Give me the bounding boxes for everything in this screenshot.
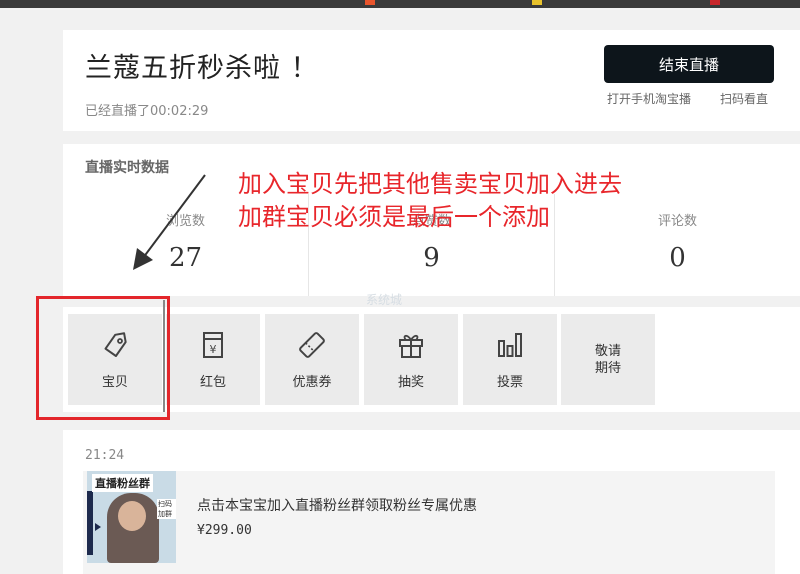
tray-icon <box>365 0 375 5</box>
tool-red-packet[interactable]: ¥ 红包 <box>166 314 260 405</box>
tool-label: 敬请期待 <box>594 343 621 376</box>
live-duration: 已经直播了00:02:29 <box>85 104 209 119</box>
svg-text:¥: ¥ <box>210 343 217 356</box>
product-thumbnail: 扫码加群 直播粉丝群 <box>87 471 176 563</box>
tools-card: 宝贝 ¥ 红包 优惠券 抽奖 投票 敬请期待 <box>63 307 800 412</box>
annotation-arrow-icon <box>133 174 206 270</box>
annotation-line: 加群宝贝必须是最后一个添加 <box>238 203 550 231</box>
live-title: 兰蔻五折秒杀啦 ！ <box>85 53 319 84</box>
thumb-badge: 直播粉丝群 <box>92 474 153 492</box>
feed-card: 21:24 扫码加群 直播粉丝群 点击本宝宝加入直播粉丝群领取粉丝专属优惠 ¥2… <box>63 430 800 574</box>
thumb-face <box>118 501 146 531</box>
thumb-tag: 扫码加群 <box>157 499 176 519</box>
annotation-highlight-box <box>36 296 170 420</box>
tool-coming-soon: 敬请期待 <box>561 314 655 405</box>
tray-icon <box>710 0 720 5</box>
scan-to-watch-link[interactable]: 扫码看直 <box>713 92 775 107</box>
watermark: 系统城 <box>366 293 403 307</box>
tray-icon <box>532 0 542 5</box>
tool-coupon[interactable]: 优惠券 <box>265 314 359 405</box>
annotation-line: 加入宝贝先把其他售卖宝贝加入进去 <box>238 170 622 198</box>
product-item[interactable]: 扫码加群 直播粉丝群 点击本宝宝加入直播粉丝群领取粉丝专属优惠 ¥299.00 <box>83 471 775 574</box>
coupon-icon <box>299 332 325 358</box>
play-icon <box>95 523 101 531</box>
bar-chart-icon <box>498 333 522 357</box>
tool-label: 投票 <box>496 375 523 390</box>
live-header-card: 兰蔻五折秒杀啦 ！ 已经直播了00:02:29 结束直播 打开手机淘宝播 扫码看… <box>63 30 800 131</box>
stat-value: 0 <box>669 243 686 273</box>
end-live-button[interactable]: 结束直播 <box>604 45 774 83</box>
feed-time: 21:24 <box>85 448 125 463</box>
product-price: ¥299.00 <box>197 523 252 538</box>
tool-label: 优惠券 <box>292 375 332 390</box>
tool-label: 抽奖 <box>397 375 424 390</box>
thumb-bar <box>87 491 93 555</box>
red-packet-icon: ¥ <box>203 332 223 358</box>
open-taobao-link[interactable]: 打开手机淘宝播 <box>606 92 692 107</box>
tool-label: 红包 <box>199 375 226 390</box>
tool-lottery[interactable]: 抽奖 <box>364 314 458 405</box>
tool-vote[interactable]: 投票 <box>463 314 557 405</box>
product-description: 点击本宝宝加入直播粉丝群领取粉丝专属优惠 <box>197 498 477 514</box>
top-bar <box>0 0 800 8</box>
annotation-text: 加入宝贝先把其他售卖宝贝加入进去 加群宝贝必须是最后一个添加 <box>238 168 622 234</box>
gift-icon <box>399 334 423 358</box>
stat-value: 9 <box>423 243 440 273</box>
